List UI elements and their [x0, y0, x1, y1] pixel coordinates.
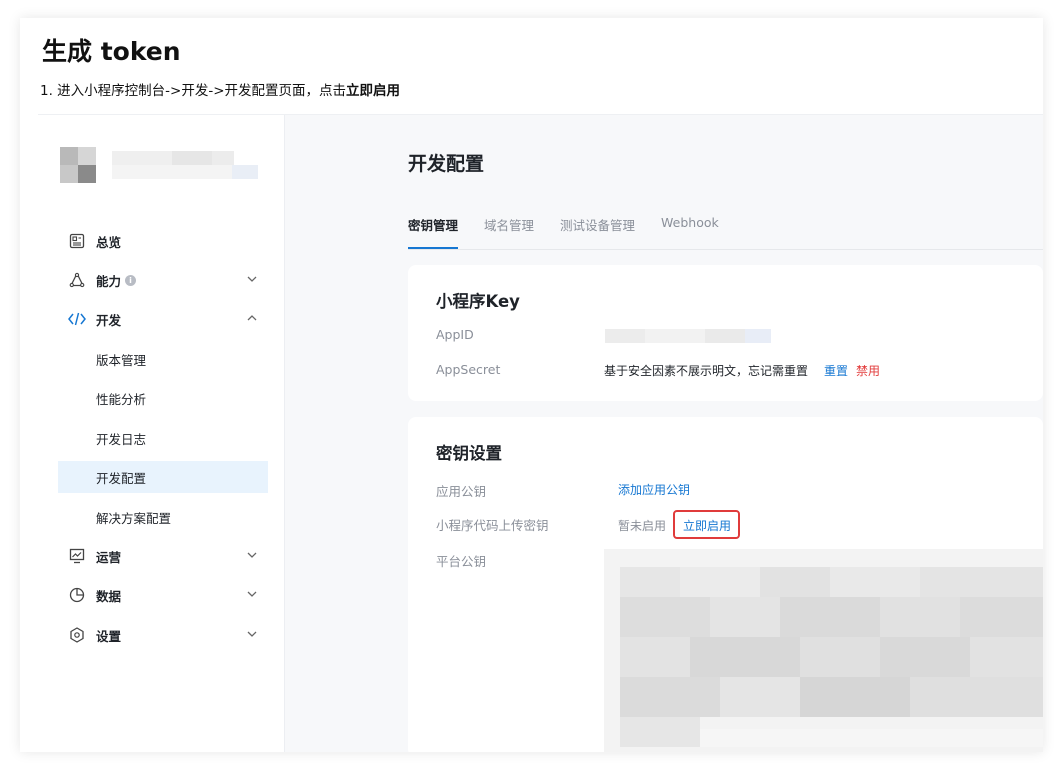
operations-icon	[68, 547, 86, 565]
chevron-down-icon[interactable]	[246, 273, 258, 288]
sidebar-item-label: 数据	[96, 588, 122, 604]
sidebar-item-operations[interactable]: 运营	[58, 540, 268, 572]
settings-icon	[68, 626, 86, 644]
add-app-pubkey-link[interactable]: 添加应用公钥	[618, 481, 690, 498]
appid-value-blurred	[605, 329, 771, 343]
sidebar-item-label: 开发	[96, 312, 122, 328]
card-title: 小程序Key	[436, 292, 520, 311]
sidebar-subitem-label: 开发配置	[96, 470, 147, 486]
key-settings-card: 密钥设置 应用公钥 添加应用公钥 小程序代码上传密钥 暂未启用 立即启用 平台公…	[408, 417, 1043, 752]
app-logo-blurred	[60, 147, 260, 183]
app-pubkey-label: 应用公钥	[436, 484, 487, 499]
sidebar-item-data[interactable]: 数据	[58, 579, 268, 611]
platform-pubkey-blurred	[604, 549, 1043, 752]
sidebar-item-overview[interactable]: 总览	[58, 225, 268, 257]
chevron-up-icon[interactable]	[246, 312, 258, 327]
tabs-divider	[408, 249, 1043, 250]
sidebar-item-capability[interactable]: 能力 i	[58, 264, 268, 296]
tab-domain-management[interactable]: 域名管理	[484, 215, 534, 249]
sidebar: 总览 能力 i 开发 版本管理 性能分析 开发日志 开发配置 解决方案配置 运营…	[38, 115, 285, 752]
capability-icon	[68, 271, 86, 289]
sidebar-subitem-devlog[interactable]: 开发日志	[58, 422, 268, 454]
sidebar-subitem-version[interactable]: 版本管理	[58, 343, 268, 375]
sidebar-item-label: 设置	[96, 628, 122, 644]
sidebar-item-label: 能力	[96, 273, 122, 289]
code-icon	[68, 310, 86, 328]
reset-link[interactable]: 重置	[824, 362, 848, 379]
document-page: 生成 token 1. 进入小程序控制台->开发->开发配置页面，点击立即启用 …	[20, 18, 1043, 752]
sidebar-subitem-solution[interactable]: 解决方案配置	[58, 501, 268, 533]
disable-link[interactable]: 禁用	[856, 362, 880, 379]
sidebar-item-label: 运营	[96, 549, 122, 565]
card-title: 密钥设置	[436, 444, 502, 463]
page-title: 开发配置	[408, 153, 485, 175]
doc-title: 生成 token	[42, 37, 181, 66]
sidebar-subitem-devconfig[interactable]: 开发配置	[58, 461, 268, 493]
chevron-down-icon[interactable]	[246, 549, 258, 564]
tab-webhook[interactable]: Webhook	[661, 215, 719, 249]
info-icon[interactable]: i	[125, 274, 137, 286]
sidebar-item-develop[interactable]: 开发	[58, 303, 268, 335]
doc-step-bold: 立即启用	[346, 83, 401, 99]
tab-bar: 密钥管理 域名管理 测试设备管理 Webhook	[408, 215, 745, 249]
miniapp-key-card: 小程序Key AppID AppSecret 基于安全因素不展示明文，忘记需重置…	[408, 265, 1043, 401]
upload-key-status: 暂未启用	[618, 519, 667, 533]
pie-chart-icon	[68, 586, 86, 604]
platform-pubkey-label: 平台公钥	[436, 554, 487, 569]
sidebar-item-label: 总览	[96, 234, 122, 250]
sidebar-subitem-label: 解决方案配置	[96, 510, 172, 526]
doc-step: 1. 进入小程序控制台->开发->开发配置页面，点击立即启用	[40, 79, 400, 99]
appsecret-text: 基于安全因素不展示明文，忘记需重置	[604, 364, 809, 378]
enable-now-link[interactable]: 立即启用	[683, 517, 731, 534]
sidebar-subitem-performance[interactable]: 性能分析	[58, 382, 268, 414]
tab-key-management[interactable]: 密钥管理	[408, 215, 459, 249]
chevron-down-icon[interactable]	[246, 588, 258, 603]
console-screenshot: 总览 能力 i 开发 版本管理 性能分析 开发日志 开发配置 解决方案配置 运营…	[38, 114, 1043, 752]
dashboard-icon	[68, 232, 86, 250]
chevron-down-icon[interactable]	[246, 628, 258, 643]
sidebar-subitem-label: 开发日志	[96, 431, 147, 447]
upload-key-label: 小程序代码上传密钥	[436, 518, 549, 533]
sidebar-subitem-label: 性能分析	[96, 391, 147, 407]
tab-test-devices[interactable]: 测试设备管理	[560, 215, 635, 249]
sidebar-item-settings[interactable]: 设置	[58, 619, 268, 651]
sidebar-subitem-label: 版本管理	[96, 352, 147, 368]
appsecret-label: AppSecret	[436, 362, 501, 377]
doc-step-text: 1. 进入小程序控制台->开发->开发配置页面，点击	[40, 83, 347, 99]
appid-label: AppID	[436, 327, 474, 342]
